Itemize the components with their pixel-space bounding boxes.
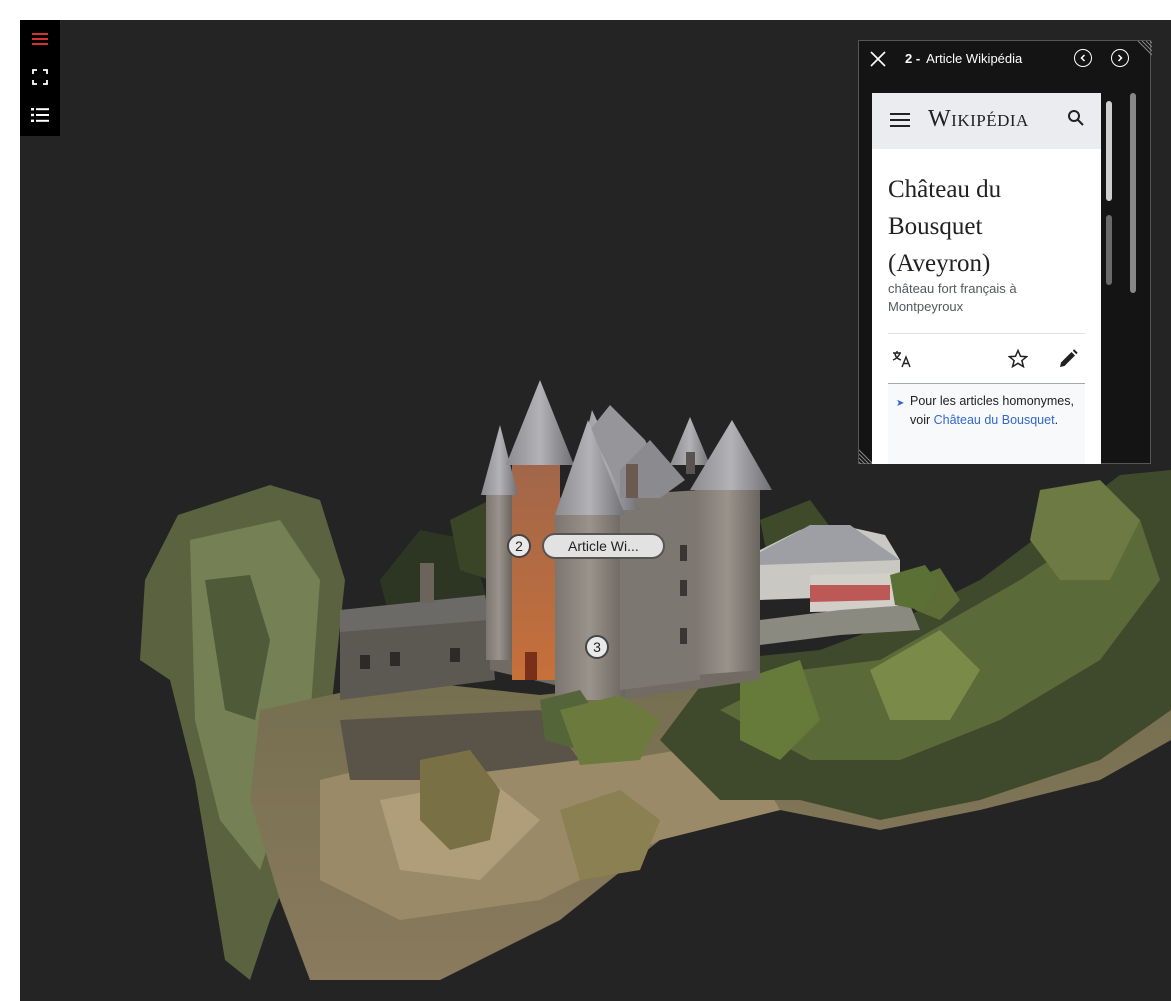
menu-icon[interactable]: [890, 111, 910, 129]
annotation-popup: 2 - Article Wikipédia Wikipédia Château …: [858, 40, 1152, 464]
previous-button[interactable]: [1074, 49, 1092, 67]
wiki-scrollbar-thumb-secondary: [1106, 215, 1112, 285]
hamburger-icon: [32, 33, 48, 45]
translate-icon[interactable]: [892, 350, 914, 368]
hotspot-3-marker[interactable]: 3: [585, 635, 609, 659]
popup-title: 2 - Article Wikipédia: [905, 51, 1022, 66]
search-icon[interactable]: [1067, 109, 1085, 127]
redirect-arrow-icon: ➤: [896, 398, 905, 409]
divider: [888, 333, 1085, 334]
resize-handle-top[interactable]: [1136, 41, 1152, 57]
3d-viewer[interactable]: 2 Article Wi... 3 2 - Article Wikipédia: [20, 20, 1171, 1001]
next-button[interactable]: [1111, 49, 1129, 67]
star-icon[interactable]: [1008, 349, 1028, 369]
wikipedia-frame[interactable]: Wikipédia Château du Bousquet (Aveyron) …: [872, 93, 1101, 464]
article-actions: [888, 345, 1085, 373]
chevron-left-icon: [1080, 54, 1086, 62]
left-toolbar: [20, 20, 60, 136]
popup-title-text: Article Wikipédia: [926, 51, 1023, 66]
hatnote-link[interactable]: Château du Bousquet: [934, 413, 1055, 427]
list-icon: [31, 108, 49, 122]
close-icon[interactable]: [869, 50, 887, 68]
hotspot-2-label[interactable]: Article Wi...: [542, 533, 665, 559]
fullscreen-button[interactable]: [20, 58, 60, 96]
popup-header: 2 - Article Wikipédia: [859, 41, 1150, 77]
popup-scrollbar[interactable]: [1130, 93, 1136, 293]
chevron-right-icon: [1117, 54, 1123, 62]
hotspot-2-marker[interactable]: 2: [507, 534, 531, 558]
fullscreen-icon: [32, 69, 48, 85]
article-title: Château du Bousquet (Aveyron): [888, 176, 1002, 277]
article-description: château fort français à Montpeyroux: [888, 281, 1017, 314]
hatnote-end: .: [1054, 413, 1059, 427]
wiki-scrollbar[interactable]: [1106, 93, 1112, 464]
list-button[interactable]: [20, 96, 60, 134]
wiki-logo[interactable]: Wikipédia: [928, 106, 1029, 133]
wiki-scrollbar-thumb[interactable]: [1106, 101, 1112, 201]
popup-number: 2 -: [905, 51, 921, 66]
menu-button[interactable]: [20, 20, 60, 58]
hatnote: ➤ Pour les articles homonymes, voir Chât…: [888, 384, 1085, 464]
edit-icon[interactable]: [1058, 349, 1078, 369]
wiki-header: Wikipédia: [872, 93, 1101, 149]
